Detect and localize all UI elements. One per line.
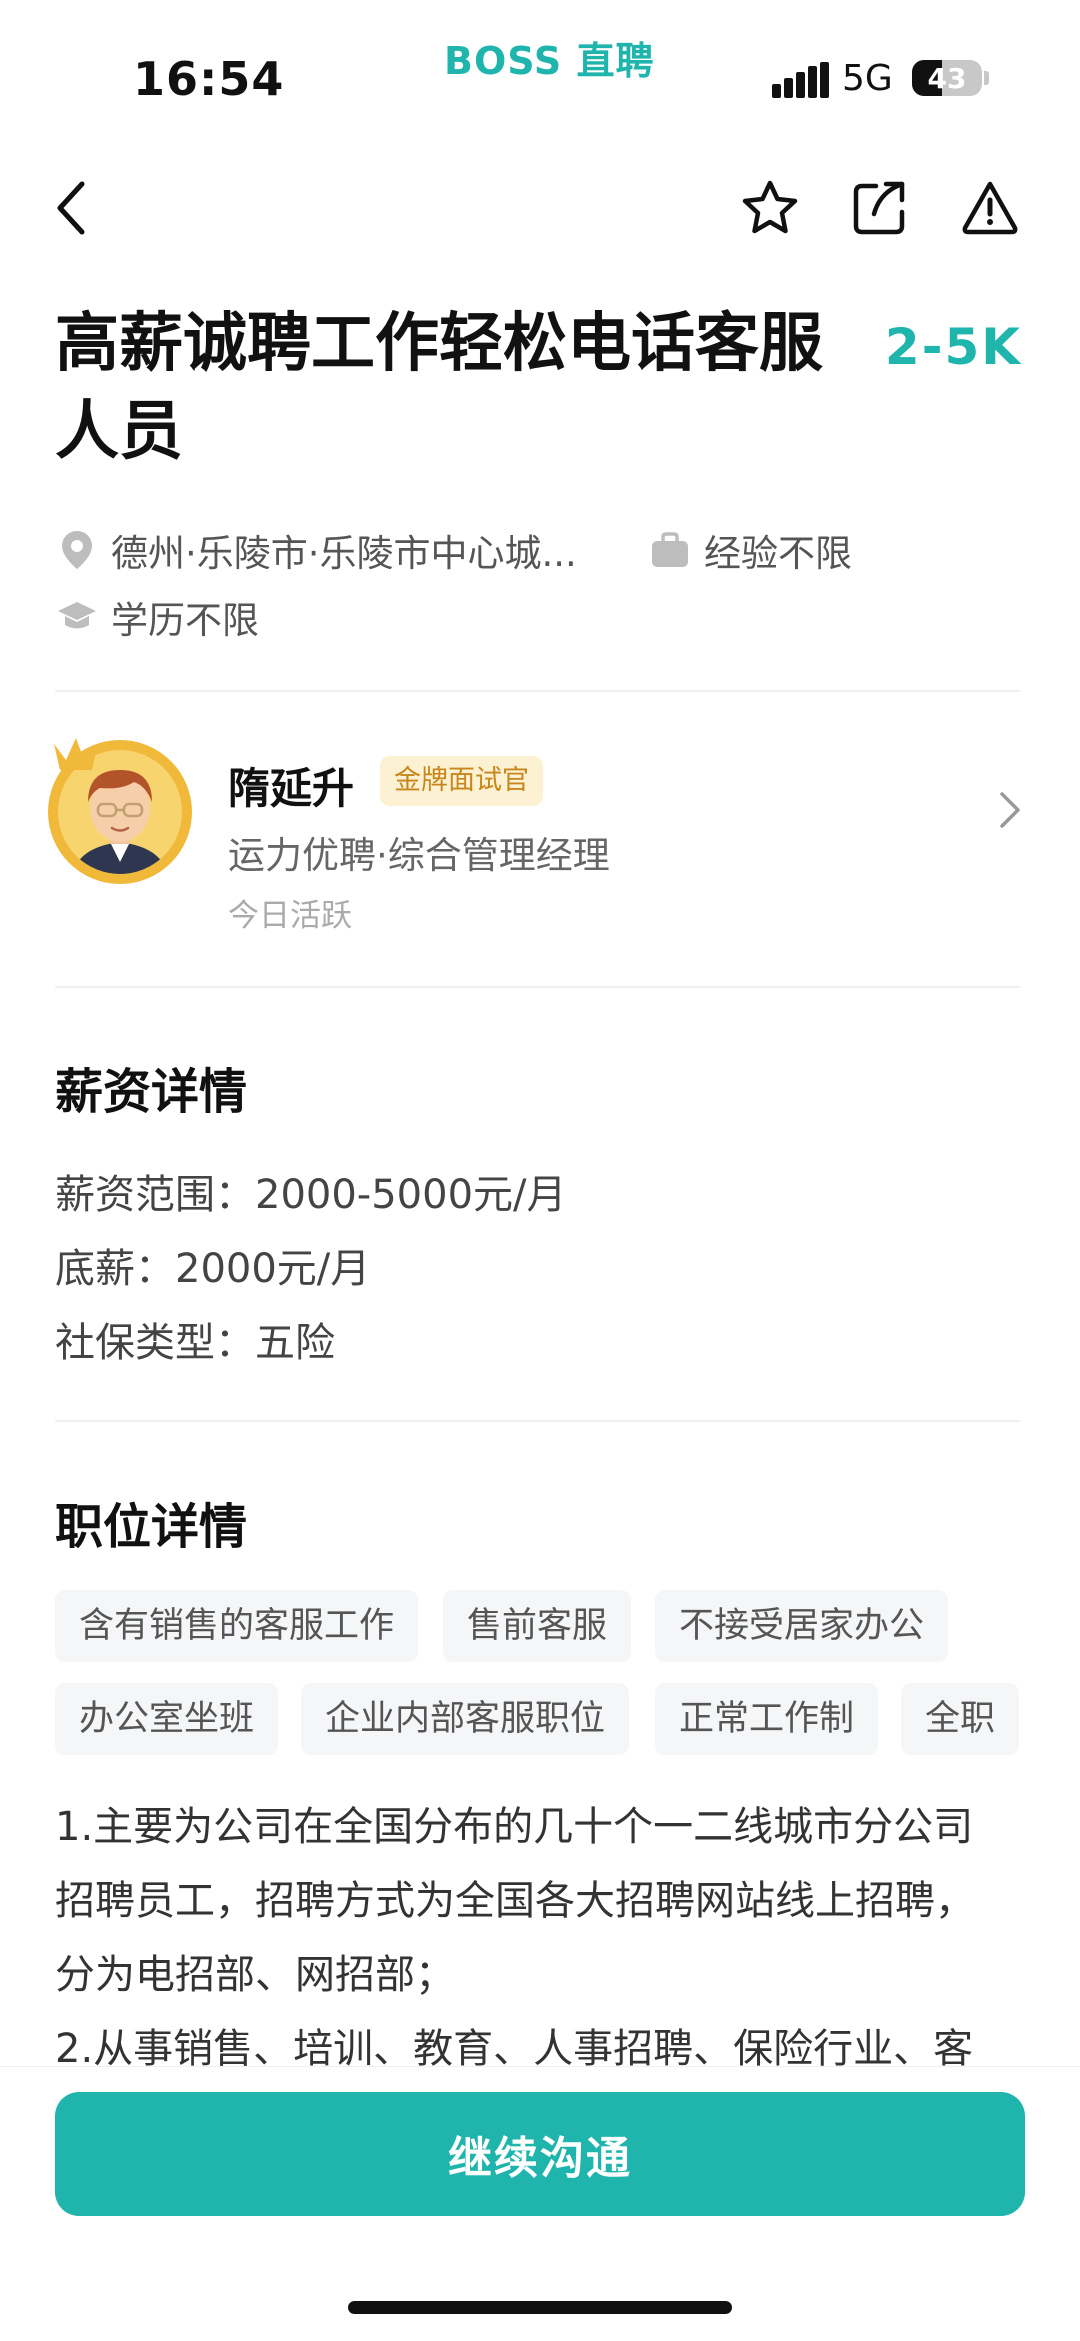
- chevron-left-icon[interactable]: [40, 176, 104, 240]
- signal-icon: [772, 62, 829, 98]
- battery-tip: [984, 71, 989, 85]
- graduation-cap-icon: [55, 595, 99, 639]
- description-line: 招聘员工，招聘方式为全国各大招聘网站线上招聘，: [55, 1878, 975, 1924]
- briefcase-icon: [648, 528, 692, 572]
- status-time: 16:54: [133, 52, 285, 106]
- salary-range: 薪资范围：2000-5000元/月: [55, 1172, 567, 1218]
- job-salary: 2-5K: [884, 318, 1022, 376]
- location-pin-icon: [55, 528, 99, 572]
- job-title: 高薪诚聘工作轻松电话客服人员: [55, 307, 823, 469]
- job-tag: 企业内部客服职位: [301, 1683, 630, 1755]
- job-location: 德州·乐陵市·乐陵市中心城...: [55, 523, 577, 577]
- job-experience: 经验不限: [648, 523, 852, 577]
- job-tag: 不接受居家办公: [655, 1590, 949, 1662]
- job-location-text: 德州·乐陵市·乐陵市中心城...: [111, 532, 577, 575]
- insurance-type: 社保类型：五险: [55, 1320, 335, 1366]
- status-bar: 16:54 BOSS 直聘 5G 43: [0, 0, 1080, 150]
- job-tag: 售前客服: [443, 1590, 632, 1662]
- job-description: 1.主要为公司在全国分布的几十个一二线城市分公司 招聘员工，招聘方式为全国各大招…: [55, 1790, 1025, 2086]
- battery-level: 43: [927, 62, 967, 95]
- divider: [55, 690, 1020, 692]
- divider: [55, 986, 1020, 988]
- recruiter-avatar[interactable]: [42, 730, 197, 885]
- job-tag: 含有销售的客服工作: [55, 1590, 419, 1662]
- share-icon[interactable]: [848, 176, 912, 240]
- job-details-heading: 职位详情: [55, 1499, 248, 1555]
- recruiter-name: 隋延升: [228, 764, 355, 813]
- star-icon[interactable]: [738, 176, 802, 240]
- job-tag: 正常工作制: [655, 1683, 879, 1755]
- recruiter-active-status: 今日活跃: [228, 898, 352, 934]
- job-education-text: 学历不限: [111, 599, 259, 642]
- chevron-right-icon[interactable]: [990, 780, 1030, 840]
- description-line: 1.主要为公司在全国分布的几十个一二线城市分公司: [55, 1804, 974, 1850]
- recruiter-badge: 金牌面试官: [380, 756, 543, 806]
- description-line: 分为电招部、网招部；: [55, 1952, 455, 1998]
- salary-details-heading: 薪资详情: [55, 1064, 248, 1120]
- continue-chat-button[interactable]: 继续沟通: [55, 2092, 1025, 2216]
- job-tag: 全职: [901, 1683, 1020, 1755]
- network-type: 5G: [842, 58, 893, 99]
- home-indicator[interactable]: [348, 2301, 732, 2314]
- base-salary: 底薪：2000元/月: [55, 1246, 371, 1292]
- job-tag: 办公室坐班: [55, 1683, 279, 1755]
- divider: [55, 1420, 1020, 1422]
- warning-icon[interactable]: [958, 176, 1022, 240]
- app-brand: BOSS 直聘: [444, 39, 655, 83]
- battery-icon: 43: [912, 60, 982, 96]
- recruiter-company: 运力优聘·综合管理经理: [228, 834, 610, 877]
- job-education: 学历不限: [55, 590, 259, 644]
- job-experience-text: 经验不限: [704, 532, 852, 575]
